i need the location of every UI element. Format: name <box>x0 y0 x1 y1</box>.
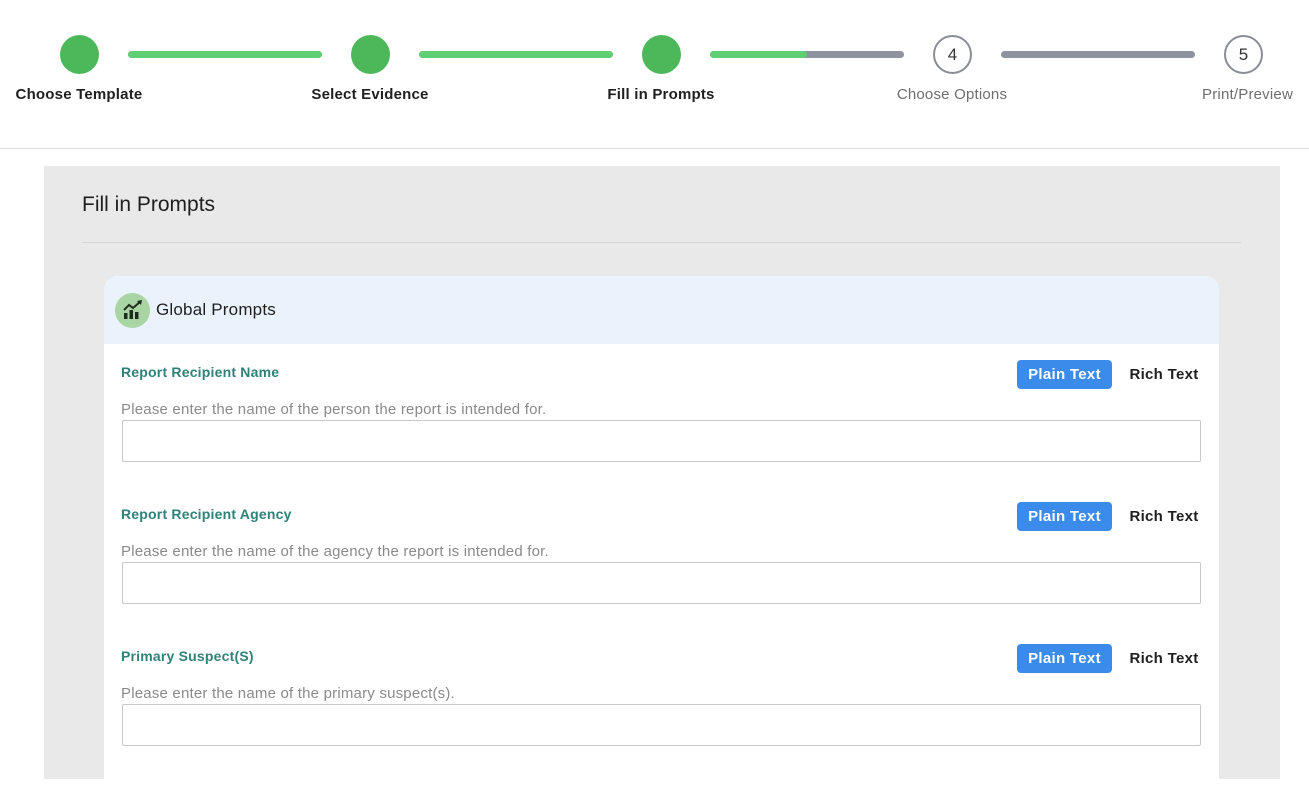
report-recipient-agency-input[interactable] <box>122 562 1201 604</box>
growth-chart-icon <box>115 292 150 328</box>
step-4-circle[interactable]: 4 <box>933 35 972 74</box>
progress-stepper: Choose Template Select Evidence Fill in … <box>0 0 1309 149</box>
step-3-label[interactable]: Fill in Prompts <box>581 86 741 103</box>
prompt-label: Primary Suspect(S) <box>121 648 254 664</box>
step-5-label[interactable]: Print/Preview <box>1149 86 1309 103</box>
connector-3-fill <box>710 51 807 58</box>
prompt-help-text: Please enter the name of the person the … <box>121 401 547 418</box>
card-header: Global Prompts <box>104 276 1219 344</box>
step-5-circle[interactable]: 5 <box>1224 35 1263 74</box>
rich-text-button[interactable]: Rich Text <box>1121 502 1207 531</box>
step-connector-1 <box>128 51 322 58</box>
prompt-primary-suspects: Primary Suspect(S) Plain Text Rich Text … <box>121 644 1201 768</box>
prompt-help-text: Please enter the name of the agency the … <box>121 543 549 560</box>
prompt-report-recipient-name: Report Recipient Name Plain Text Rich Te… <box>121 360 1201 484</box>
step-2-circle[interactable] <box>351 35 390 74</box>
step-1-label[interactable]: Choose Template <box>0 86 159 103</box>
global-prompts-card: Global Prompts Report Recipient Name Pla… <box>104 276 1219 796</box>
step-3-circle[interactable] <box>642 35 681 74</box>
step-5-number: 5 <box>1238 44 1249 64</box>
report-recipient-name-input[interactable] <box>122 420 1201 462</box>
rich-text-button[interactable]: Rich Text <box>1121 360 1207 389</box>
step-connector-4 <box>1001 51 1195 58</box>
step-connector-2 <box>419 51 613 58</box>
step-2-label[interactable]: Select Evidence <box>290 86 450 103</box>
title-divider <box>82 242 1241 243</box>
step-connector-3 <box>710 51 904 58</box>
connector-1-fill <box>128 51 322 58</box>
plain-text-button[interactable]: Plain Text <box>1017 360 1112 389</box>
rich-text-button[interactable]: Rich Text <box>1121 644 1207 673</box>
plain-text-button[interactable]: Plain Text <box>1017 502 1112 531</box>
page-title: Fill in Prompts <box>82 193 216 216</box>
step-4-number: 4 <box>947 44 958 64</box>
step-4-label[interactable]: Choose Options <box>872 86 1032 103</box>
prompt-report-recipient-agency: Report Recipient Agency Plain Text Rich … <box>121 502 1201 626</box>
main-panel: Fill in Prompts Global Prompts Report Re… <box>44 166 1280 796</box>
prompt-help-text: Please enter the name of the primary sus… <box>121 685 455 702</box>
card-title: Global Prompts <box>156 300 276 319</box>
connector-2-fill <box>419 51 613 58</box>
prompt-label: Report Recipient Name <box>121 364 280 380</box>
prompt-label: Report Recipient Agency <box>121 506 292 522</box>
step-1-circle[interactable] <box>60 35 99 74</box>
primary-suspects-input[interactable] <box>122 704 1201 746</box>
plain-text-button[interactable]: Plain Text <box>1017 644 1112 673</box>
